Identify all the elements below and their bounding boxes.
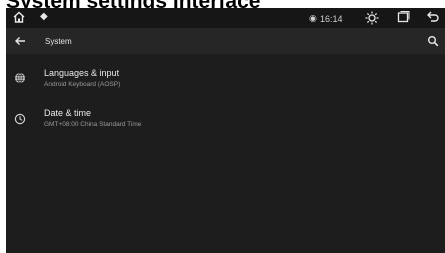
recents-icon[interactable] xyxy=(396,10,410,24)
status-time: 16:14 xyxy=(320,14,343,24)
brightness-icon[interactable] xyxy=(364,10,380,26)
setting-languages-input[interactable]: Languages & input Android Keyboard (AOSP… xyxy=(6,62,445,102)
status-bar: ◆ ◉ 16:14 xyxy=(6,8,445,28)
globe-icon xyxy=(14,72,26,84)
setting-subtitle: Android Keyboard (AOSP) xyxy=(44,81,121,88)
clock-icon xyxy=(14,113,26,125)
home-icon[interactable] xyxy=(12,10,26,24)
location-icon: ◉ xyxy=(309,13,317,23)
back-icon[interactable] xyxy=(426,10,440,24)
search-icon[interactable] xyxy=(427,35,439,47)
setting-title: Languages & input xyxy=(44,68,120,78)
page-title: System xyxy=(45,37,72,46)
setting-date-time[interactable]: Date & time GMT+08:00 China Standard Tim… xyxy=(6,102,445,142)
app-toolbar: System xyxy=(6,28,445,54)
setting-subtitle: GMT+08:00 China Standard Time xyxy=(44,121,142,128)
setting-title: Date & time xyxy=(44,108,92,118)
usb-icon: ◆ xyxy=(40,11,48,22)
android-screen: ◆ ◉ 16:14 System Languages & input Andro… xyxy=(6,8,445,253)
arrow-back-icon[interactable] xyxy=(14,35,26,47)
